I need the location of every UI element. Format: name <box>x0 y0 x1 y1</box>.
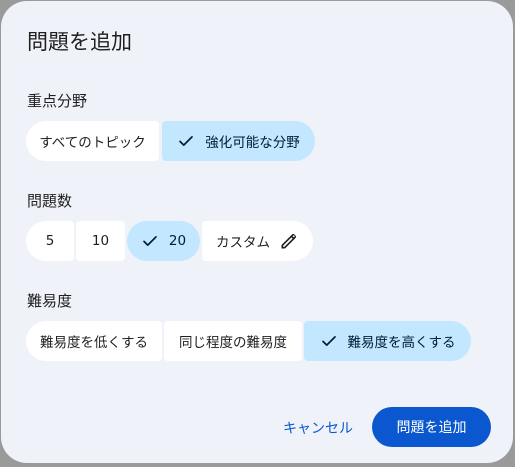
chip-count-10[interactable]: 10 <box>76 221 125 261</box>
check-icon <box>179 136 194 146</box>
chip-all-topics[interactable]: すべてのトピック <box>26 121 159 161</box>
chip-label: 難易度を高くする <box>347 335 456 351</box>
dialog-title: 問題を追加 <box>27 30 132 54</box>
chip-label: 20 <box>168 233 187 249</box>
chip-same-difficulty[interactable]: 同じ程度の難易度 <box>164 321 302 361</box>
cancel-button[interactable]: キャンセル <box>273 408 363 448</box>
chip-improvable-areas[interactable]: 強化可能な分野 <box>162 121 315 161</box>
focus-section-label: 重点分野 <box>27 92 88 110</box>
check-icon <box>321 336 336 346</box>
chip-label: 5 <box>45 233 55 249</box>
check-icon <box>143 236 157 246</box>
chip-easier[interactable]: 難易度を低くする <box>26 321 162 361</box>
chip-label: 10 <box>91 233 110 249</box>
count-section-label: 問題数 <box>27 192 73 210</box>
chip-harder[interactable]: 難易度を高くする <box>304 321 471 361</box>
chip-label: 同じ程度の難易度 <box>179 335 287 351</box>
chip-count-20[interactable]: 20 <box>127 221 200 261</box>
chip-count-5[interactable]: 5 <box>26 221 74 261</box>
pencil-icon <box>281 234 296 249</box>
chip-label: 難易度を低くする <box>40 335 148 351</box>
chip-label: カスタム <box>216 235 270 251</box>
add-questions-button[interactable]: 問題を追加 <box>372 407 491 447</box>
add-questions-dialog: 問題を追加 重点分野 すべてのトピック 強化可能な分野 問題数 5 10 20 … <box>1 1 513 463</box>
difficulty-section-label: 難易度 <box>27 292 73 310</box>
chip-label: すべてのトピック <box>39 135 146 151</box>
chip-count-custom[interactable]: カスタム <box>202 221 313 261</box>
chip-label: 強化可能な分野 <box>205 135 300 151</box>
